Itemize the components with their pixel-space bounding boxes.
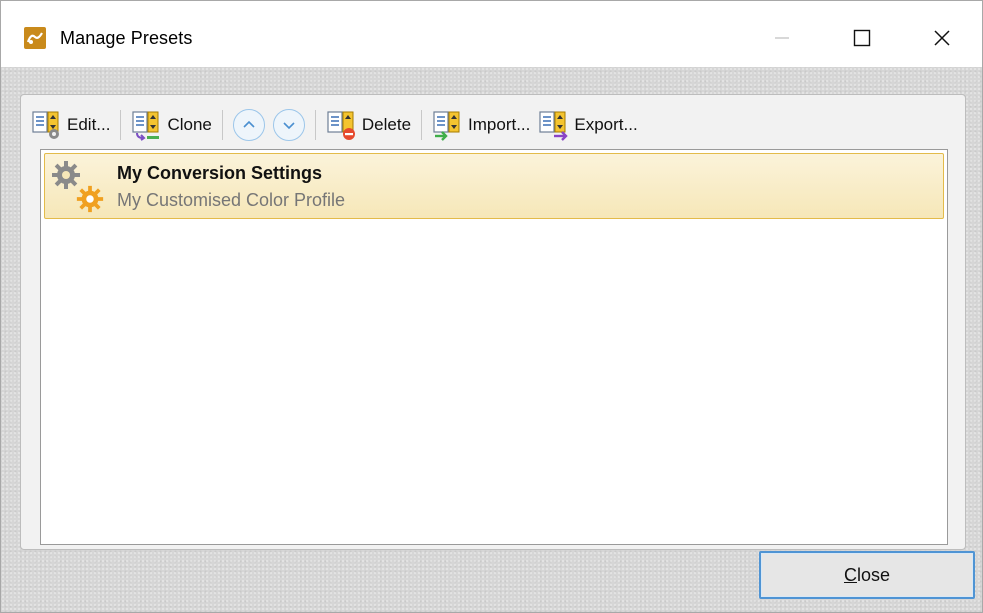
import-button[interactable]: Import...	[428, 105, 534, 145]
window-close-button[interactable]	[919, 15, 965, 61]
delete-label: Delete	[361, 115, 412, 134]
presets-list[interactable]: My Conversion Settings My Customised Col…	[40, 149, 948, 545]
edit-preset-icon	[31, 109, 63, 141]
preset-title: My Conversion Settings	[117, 163, 323, 183]
minimize-button[interactable]	[759, 15, 805, 61]
delete-button[interactable]: Delete	[322, 105, 415, 145]
presets-panel: Edit... Clone Delete Import... Export...…	[20, 94, 966, 550]
import-preset-icon	[432, 109, 464, 141]
close-button[interactable]: Close	[759, 551, 975, 599]
export-label: Export...	[574, 115, 638, 134]
title-bar: Manage Presets	[1, 1, 982, 67]
orange-gear-icon	[75, 184, 105, 214]
app-logo-icon	[24, 27, 46, 49]
export-button[interactable]: Export...	[534, 105, 641, 145]
export-preset-icon	[538, 109, 570, 141]
list-item[interactable]: My Conversion Settings My Customised Col…	[44, 153, 944, 219]
maximize-icon	[853, 29, 871, 47]
edit-button[interactable]: Edit...	[27, 105, 114, 145]
manage-presets-dialog: Manage Presets Edit... Clone Delete Impo…	[0, 0, 983, 613]
toolbar-separator	[421, 110, 423, 140]
window-title: Manage Presets	[60, 28, 193, 48]
chevron-up-icon	[243, 120, 255, 128]
minimize-icon	[775, 37, 789, 39]
close-label: lose	[856, 564, 891, 585]
clone-button[interactable]: Clone	[127, 105, 215, 145]
chevron-down-icon	[283, 122, 295, 130]
toolbar-separator	[314, 110, 316, 140]
toolbar: Edit... Clone Delete Import... Export...	[27, 101, 957, 149]
edit-label: Edit...	[67, 115, 111, 134]
move-down-button[interactable]	[272, 109, 305, 141]
close-icon	[934, 30, 950, 46]
clone-preset-icon	[131, 109, 163, 141]
preset-subtitle: My Customised Color Profile	[117, 190, 346, 210]
close-label-mnemonic: C	[843, 564, 857, 585]
delete-preset-icon	[326, 109, 358, 141]
move-up-button[interactable]	[232, 109, 265, 141]
dialog-body: Edit... Clone Delete Import... Export...…	[1, 67, 982, 612]
clone-label: Clone	[167, 115, 212, 134]
toolbar-separator	[120, 110, 122, 140]
import-label: Import...	[468, 115, 531, 134]
toolbar-separator	[221, 110, 223, 140]
maximize-button[interactable]	[839, 15, 885, 61]
